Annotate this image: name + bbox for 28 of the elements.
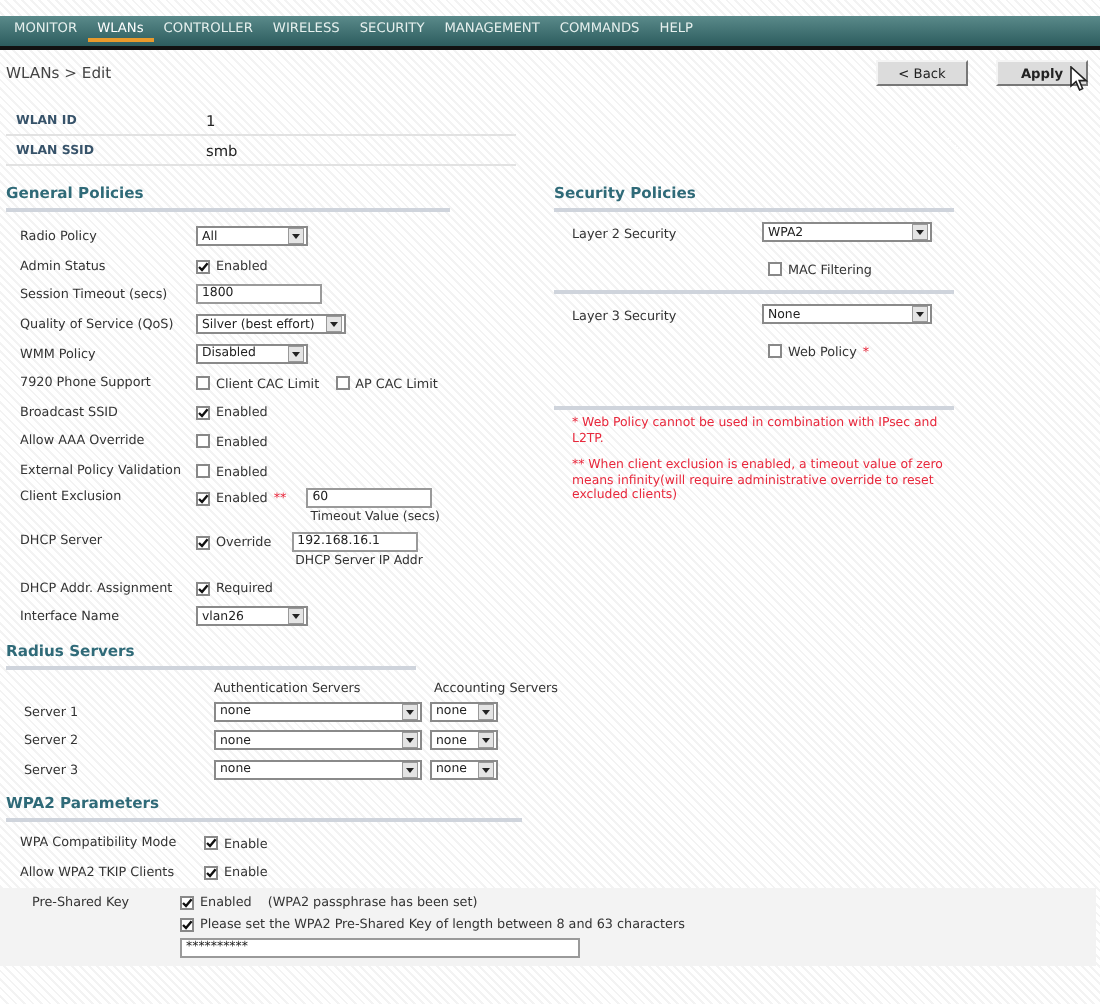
checkbox[interactable] (196, 376, 210, 391)
caret-icon[interactable] (326, 316, 343, 333)
checkbox[interactable] (204, 865, 218, 880)
checkbox[interactable] (335, 376, 350, 391)
checkbox[interactable] (196, 434, 210, 449)
checkbox[interactable] (768, 262, 782, 276)
caret-icon[interactable] (402, 732, 418, 749)
caret-icon[interactable] (402, 703, 418, 720)
caret-icon[interactable] (402, 761, 418, 778)
caret-icon[interactable] (288, 608, 304, 625)
caret-icon[interactable] (288, 345, 304, 362)
checkbox[interactable] (180, 917, 194, 932)
caret-icon[interactable] (478, 732, 495, 749)
cursor-icon (1070, 66, 1088, 92)
checkbox[interactable] (768, 344, 782, 358)
checkbox[interactable] (204, 836, 218, 851)
checkbox[interactable] (196, 535, 210, 550)
caret-icon[interactable] (912, 306, 928, 322)
checkbox[interactable] (196, 464, 210, 479)
caret-icon[interactable] (478, 761, 495, 778)
caret-icon[interactable] (288, 228, 304, 245)
checkbox[interactable] (180, 895, 194, 910)
checkbox[interactable] (196, 405, 210, 420)
caret-icon[interactable] (478, 703, 495, 720)
checkbox[interactable] (196, 491, 210, 506)
caret-icon[interactable] (912, 224, 928, 240)
checkbox[interactable] (196, 581, 210, 596)
checkbox[interactable] (196, 259, 210, 274)
